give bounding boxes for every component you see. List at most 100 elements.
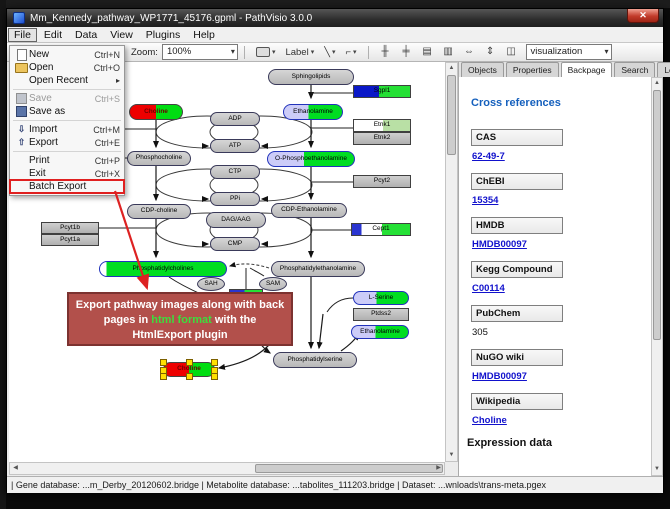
pathway-node-phosphocholine[interactable]: Phosphocholine [127,151,191,166]
xref-link[interactable]: HMDB00097 [472,239,527,250]
pathway-node-label: Etnk1 [374,122,391,129]
align-center-button[interactable]: ╫ [377,45,394,59]
datanode-tool-button[interactable]: ▾ [254,46,278,58]
pathway-node-phosphatidylethanolamine[interactable]: Phosphatidylethanolamine [271,261,365,277]
stack-horizontal-button[interactable]: ▥ [440,45,457,59]
pathway-node-label: CDP-choline [141,208,178,215]
menu-item-batch-export[interactable]: Batch Export [10,180,124,193]
panel-vertical-scrollbar[interactable]: ▲ ▼ [651,77,663,476]
common-height-button[interactable]: ⇕ [482,45,499,59]
stack-vertical-button[interactable]: ▤ [419,45,436,59]
menu-item-print[interactable]: PrintCtrl+P [10,154,124,167]
pathway-node-cdp-choline[interactable]: CDP-choline [127,204,191,219]
menu-item-label: New [29,49,94,60]
selection-handle[interactable] [186,373,193,380]
selection-handle[interactable] [160,373,167,380]
zoom-combobox[interactable]: 100% [162,44,238,60]
pathway-node-sam[interactable]: SAM [259,277,287,291]
visualization-combobox[interactable]: visualization [526,44,612,60]
toolbar-separator [244,46,245,59]
menu-edit[interactable]: Edit [38,28,68,42]
selection-handle[interactable] [186,359,193,366]
pathway-node-sah[interactable]: SAH [197,277,225,291]
pathway-node-cdp-ethanolamine[interactable]: CDP-Ethanolamine [271,203,347,218]
menu-data[interactable]: Data [69,28,103,42]
save-icon [14,93,29,104]
save-as-icon [14,106,29,117]
annotation-text-highlight: html format [151,314,212,326]
pathway-node-l-serine[interactable]: L-Serine [353,291,409,305]
menu-item-import[interactable]: ⇩ImportCtrl+M [10,123,124,136]
pathway-node-label: SAM [266,281,280,288]
export-icon: ⇧ [14,138,29,147]
pathway-node-phosphatidylserine[interactable]: Phosphatidylserine [273,352,357,368]
menu-item-save[interactable]: SaveCtrl+S [10,92,124,105]
menu-help[interactable]: Help [187,28,221,42]
pathway-node-choline[interactable]: Choline [129,104,183,120]
menu-item-save-as[interactable]: Save as [10,105,124,118]
menu-item-open[interactable]: OpenCtrl+O [10,61,124,74]
close-button[interactable]: ✕ [627,9,659,23]
line-tool-button[interactable]: ╲▾ [322,46,337,59]
visualization-options-button[interactable]: ◫ [503,45,520,59]
selection-handle[interactable] [211,373,218,380]
pathway-node-phosphatidylcholines[interactable]: Phosphatidylcholines [99,261,227,277]
pathway-node-choline[interactable]: Choline [163,362,215,377]
canvas-horizontal-scrollbar[interactable]: ◀ ▶ [9,462,445,475]
tab-search[interactable]: Search [614,62,655,77]
align-middle-button[interactable]: ╪ [398,45,415,59]
pathway-node-label: Pcyt1a [60,237,80,244]
common-width-button[interactable]: ⇔ [461,45,478,59]
pathway-node-label: Phosphatidylcholines [132,266,193,273]
menu-file[interactable]: File [8,28,37,42]
expression-data-heading: Expression data [467,437,652,449]
pathway-node-ctp[interactable]: CTP [210,165,260,179]
menu-view[interactable]: View [104,28,139,42]
menu-separator [13,120,121,121]
pathway-node-ethanolamine[interactable]: Ethanolamine [283,104,343,120]
title-bar[interactable]: Mm_Kennedy_pathway_WP1771_45176.gpml - P… [7,9,663,27]
pathway-node-cmp[interactable]: CMP [210,237,260,251]
tab-objects[interactable]: Objects [461,62,504,77]
menu-item-open-recent[interactable]: Open Recent▸ [10,74,124,87]
pathway-node-atp[interactable]: ATP [210,139,260,153]
pathway-node-ethanolamine[interactable]: Ethanolamine [351,325,409,339]
menu-item-label: Export [29,137,95,148]
xref-link[interactable]: HMDB00097 [472,371,527,382]
pathway-node-cept1[interactable]: Cept1 [351,223,411,236]
xref-value: 305 [472,327,488,338]
xref-link[interactable]: Choline [472,415,507,426]
menu-item-export[interactable]: ⇧ExportCtrl+E [10,136,124,149]
selection-handle[interactable] [211,359,218,366]
pathway-node-o-phosphoethanolamine[interactable]: O-Phosphoethanolamine [267,151,355,167]
pathway-node-etnk1[interactable]: Etnk1 [353,119,411,132]
menu-plugins[interactable]: Plugins [140,28,186,42]
pathway-node-sgpl1[interactable]: Sgpl1 [353,85,411,98]
pathway-node-pcyt2[interactable]: Pcyt2 [353,175,411,188]
pathway-node-adp[interactable]: ADP [210,112,260,126]
pathway-node-pcyt1b[interactable]: Pcyt1b [41,222,99,234]
pathway-node-pcyt1a[interactable]: Pcyt1a [41,234,99,246]
menu-item-new[interactable]: NewCtrl+N [10,48,124,61]
canvas-vertical-scrollbar[interactable]: ▲ ▼ [445,62,458,462]
selection-handle[interactable] [160,359,167,366]
xref-section-nugo-wiki: NuGO wikiHMDB00097 [471,349,652,384]
pathway-node-etnk2[interactable]: Etnk2 [353,132,411,145]
xref-link[interactable]: 15354 [472,195,498,206]
label-tool-button[interactable]: Label▾ [283,46,316,59]
connector-tool-button[interactable]: ⌐▾ [343,46,358,59]
pathway-node-ptdss2[interactable]: Ptdss2 [353,308,409,321]
xref-link[interactable]: 62-49-7 [472,151,505,162]
tab-properties[interactable]: Properties [506,62,559,77]
xref-header: HMDB [471,217,563,234]
menu-item-exit[interactable]: ExitCtrl+X [10,167,124,180]
tab-legend[interactable]: Legend [657,62,670,77]
xref-link[interactable]: C00114 [472,283,505,294]
pathway-node-sphingolipids[interactable]: Sphingolipids [268,69,354,85]
pathway-node-dag-aag[interactable]: DAG/AAG [206,212,266,228]
pathway-node-ppi[interactable]: PPi [210,192,260,206]
file-menu: NewCtrl+NOpenCtrl+OOpen Recent▸ SaveCtrl+… [9,45,125,196]
xref-section-hmdb: HMDB HMDB00097 [471,217,652,252]
pathway-node-label: Pcyt1b [60,225,80,232]
status-bar: | Gene database: ...m_Derby_20120602.bri… [7,476,663,493]
